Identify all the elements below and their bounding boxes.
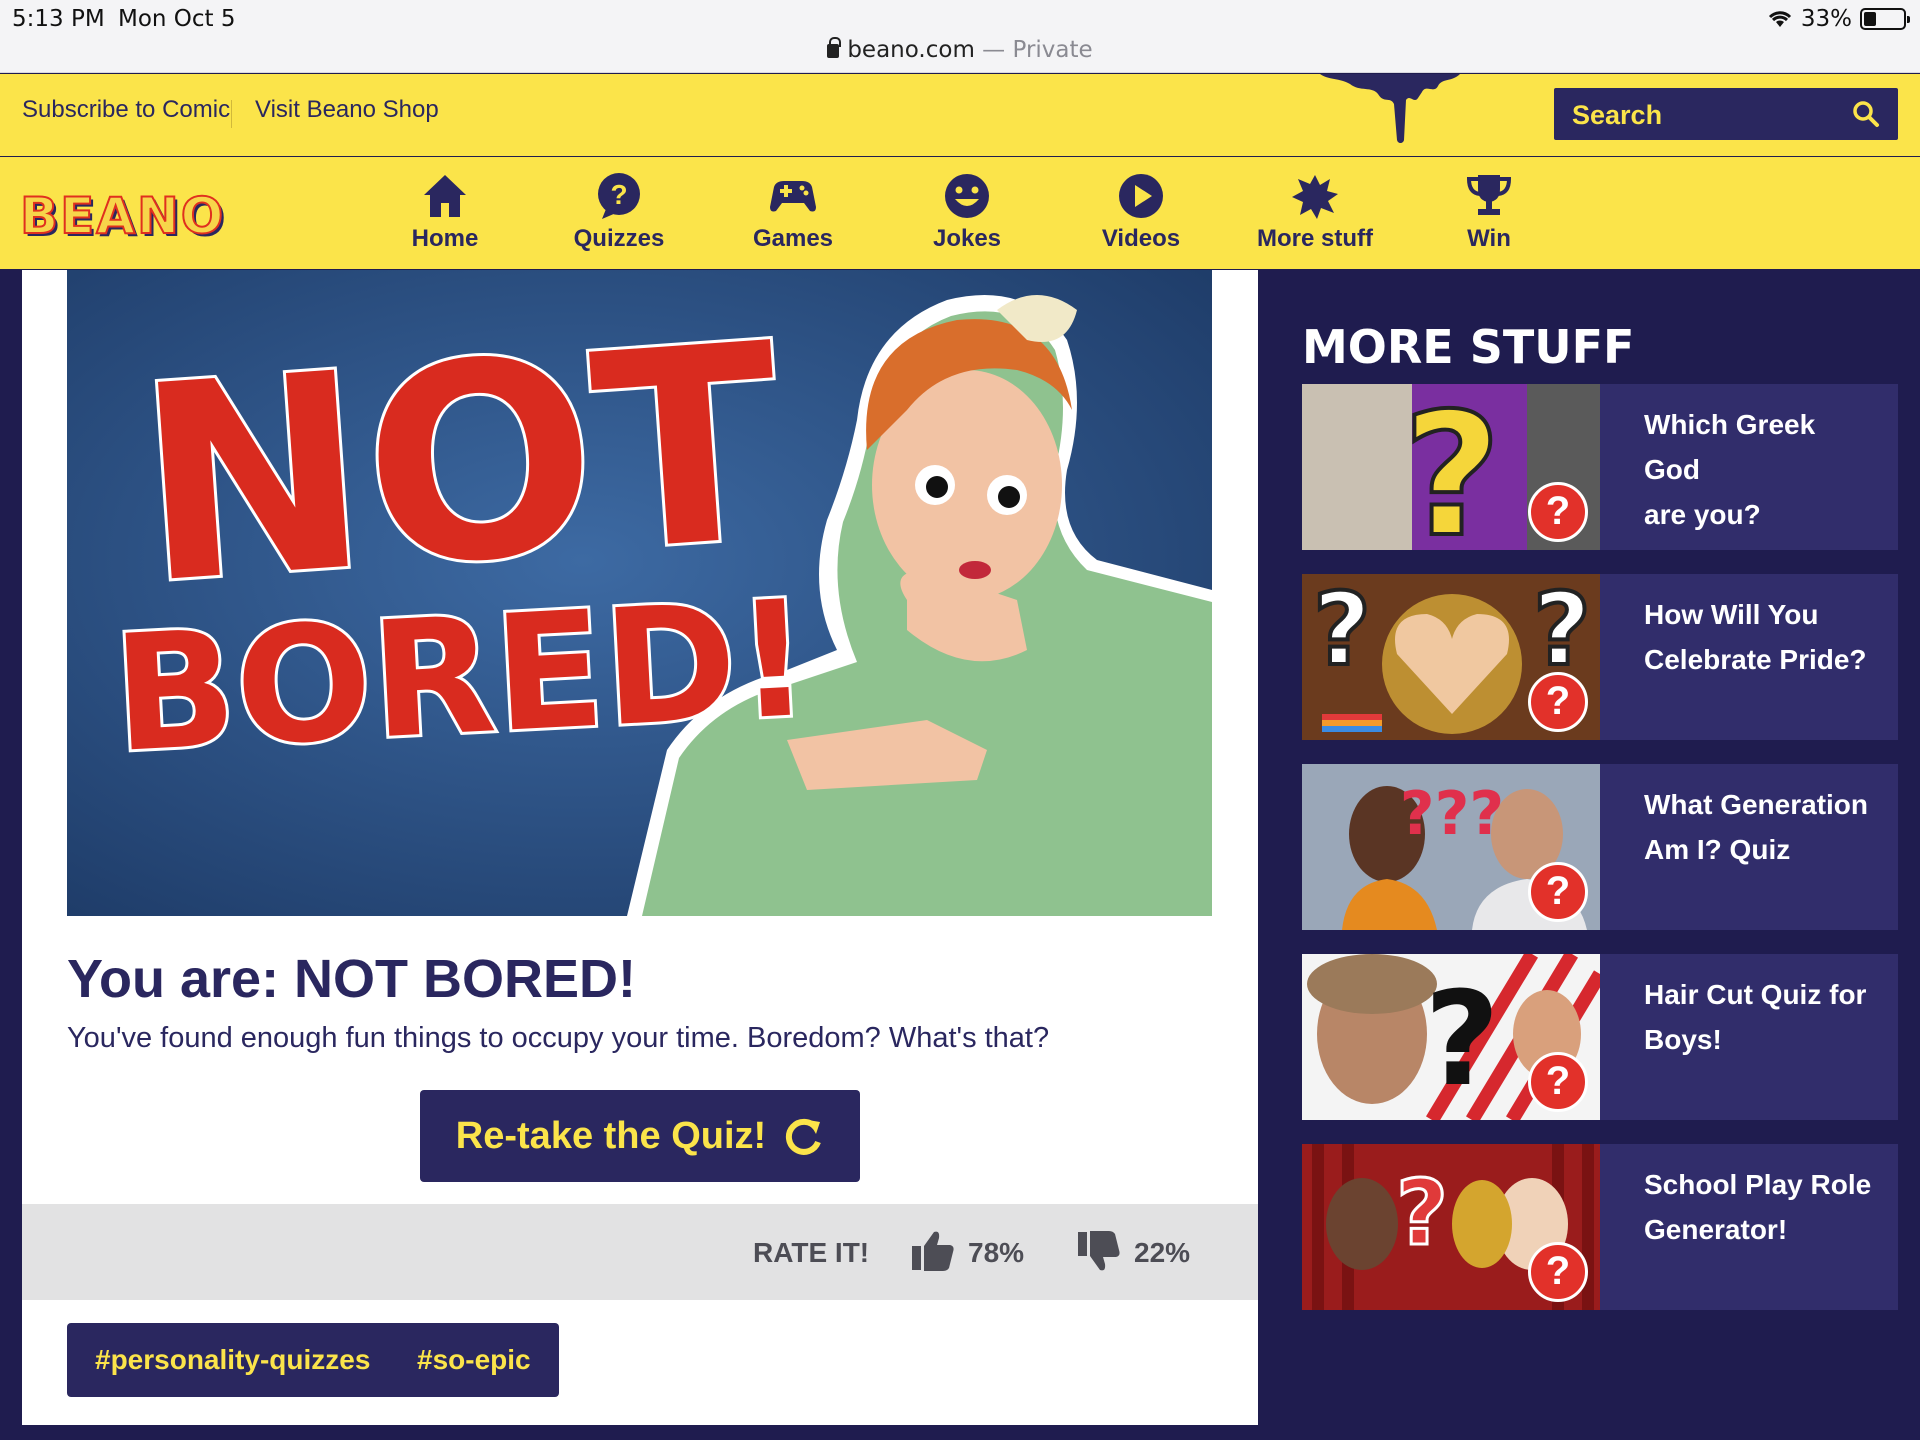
svg-text:?: ? [1424, 963, 1499, 1115]
splat-icon [1292, 175, 1338, 219]
search-label: Search [1572, 100, 1663, 130]
trophy-icon [1466, 175, 1512, 215]
retake-label: Re-take the Quiz! [455, 1114, 767, 1157]
sidebar-item-pride[interactable]: ? ? ? How Will You Celebrate Pride? [1302, 574, 1898, 740]
sidebar-item-title: School Play Role Generator! [1644, 1162, 1874, 1252]
title-line: Celebrate Pride? [1644, 644, 1867, 675]
sidebar-item-haircut[interactable]: ? ? Hair Cut Quiz for Boys! [1302, 954, 1898, 1120]
svg-text:???: ??? [1400, 779, 1504, 849]
divider [231, 100, 232, 128]
nav-label: Games [752, 225, 834, 252]
title-line: What Generation [1644, 789, 1869, 820]
title-line: Hair Cut Quiz for [1644, 979, 1867, 1010]
nav-label: Quizzes [573, 225, 665, 252]
result-description: You've found enough fun things to occupy… [67, 1022, 1050, 1054]
quiz-badge-icon: ? [1528, 1242, 1588, 1302]
nav-label: Videos [1101, 225, 1181, 252]
paint-drip-decoration [1320, 74, 1460, 143]
svg-text:?: ? [1313, 574, 1371, 688]
retake-quiz-button[interactable]: Re-take the Quiz! [420, 1090, 860, 1182]
rating-bar: RATE IT! 78% 22% [22, 1204, 1258, 1300]
nav-win[interactable]: Win [1414, 171, 1564, 253]
sidebar-item-greek-god[interactable]: ? ? Which Greek God are you? [1302, 384, 1898, 550]
battery-percent: 33% [1800, 6, 1852, 32]
status-indicators: 33% [1767, 6, 1910, 32]
url-separator: — [982, 37, 1006, 63]
search-icon [1853, 101, 1879, 127]
refresh-icon [786, 1118, 822, 1155]
nav-label: Win [1467, 225, 1511, 252]
sidebar-item-title: Hair Cut Quiz for Boys! [1644, 972, 1874, 1062]
nav-videos[interactable]: Videos [1066, 171, 1216, 253]
url-text: beano.com [847, 37, 975, 63]
svg-text:?: ? [1396, 1161, 1448, 1266]
status-date: Mon Oct 5 [118, 6, 236, 32]
quiz-badge-icon: ? [1528, 672, 1588, 732]
lock-icon [827, 37, 842, 58]
thumbs-up-percent: 78% [968, 1237, 1025, 1268]
nav-jokes[interactable]: Jokes [892, 171, 1042, 253]
quiz-badge-icon: ? [1528, 1052, 1588, 1112]
nav-home[interactable]: Home [370, 171, 520, 253]
question-bubble-icon: ? [598, 173, 640, 219]
title-line: Am I? Quiz [1644, 834, 1791, 865]
result-hero-image: NOT BORED! [67, 270, 1212, 916]
gamepad-icon [770, 181, 816, 212]
search-button[interactable]: Search [1554, 88, 1898, 140]
title-line: Boys! [1644, 1024, 1722, 1055]
browser-chrome: 5:13 PM Mon Oct 5 beano.com — Private 33… [0, 0, 1920, 73]
wifi-icon [1768, 11, 1791, 27]
nav-label: More stuff [1257, 225, 1373, 252]
thumbs-down-percent: 22% [1134, 1237, 1191, 1268]
rate-it-label: RATE IT! [753, 1237, 870, 1268]
main-nav: BEANO Home ? Quizzes Games Jokes Videos … [0, 157, 1920, 269]
title-line: Which Greek God [1644, 409, 1816, 485]
thumbs-down-icon[interactable] [1076, 1228, 1122, 1274]
hero-text-bored: BORED! [109, 565, 814, 788]
nav-label: Home [411, 225, 479, 252]
quiz-badge-icon: ? [1528, 862, 1588, 922]
shop-link[interactable]: Visit Beano Shop [255, 96, 439, 124]
title-line: How Will You [1644, 599, 1819, 630]
play-icon [1119, 174, 1163, 218]
svg-text:?: ? [610, 179, 627, 210]
sidebar-item-title: What Generation Am I? Quiz [1644, 782, 1874, 872]
sidebar-item-school-play[interactable]: ? ? School Play Role Generator! [1302, 1144, 1898, 1310]
nav-more-stuff[interactable]: More stuff [1240, 171, 1390, 253]
nav-games[interactable]: Games [718, 171, 868, 253]
battery-icon [1860, 8, 1910, 30]
sidebar-title: MORE STUFF [1302, 320, 1635, 374]
result-title: You are: NOT BORED! [67, 949, 637, 1009]
hero-illustration: NOT BORED! [67, 270, 1212, 916]
tag-so-epic[interactable]: #so-epic [389, 1323, 559, 1397]
sidebar-item-title: How Will You Celebrate Pride? [1644, 592, 1874, 682]
title-line: are you? [1644, 499, 1761, 530]
smiley-icon [945, 174, 989, 218]
quiz-badge-icon: ? [1528, 482, 1588, 542]
tag-personality-quizzes[interactable]: #personality-quizzes [67, 1323, 399, 1397]
private-label: Private [1012, 37, 1093, 63]
subscribe-link[interactable]: Subscribe to Comic [22, 96, 230, 124]
address-bar[interactable]: beano.com — Private [0, 37, 1920, 63]
thumbs-up-icon[interactable] [910, 1228, 956, 1274]
home-icon [424, 175, 466, 217]
title-line: Generator! [1644, 1214, 1788, 1245]
svg-text:?: ? [1403, 384, 1502, 550]
svg-text:?: ? [1533, 574, 1591, 688]
title-line: School Play Role [1644, 1169, 1872, 1200]
nav-label: Jokes [932, 225, 1002, 252]
status-time: 5:13 PM [12, 6, 105, 32]
sidebar-item-title: Which Greek God are you? [1644, 402, 1874, 537]
nav-quizzes[interactable]: ? Quizzes [544, 171, 694, 253]
sidebar-item-generation[interactable]: ??? ? What Generation Am I? Quiz [1302, 764, 1898, 930]
quiz-result-card: NOT BORED! You are: NOT BORED! You've fo… [22, 270, 1258, 1425]
beano-logo[interactable]: BEANO [19, 186, 225, 246]
